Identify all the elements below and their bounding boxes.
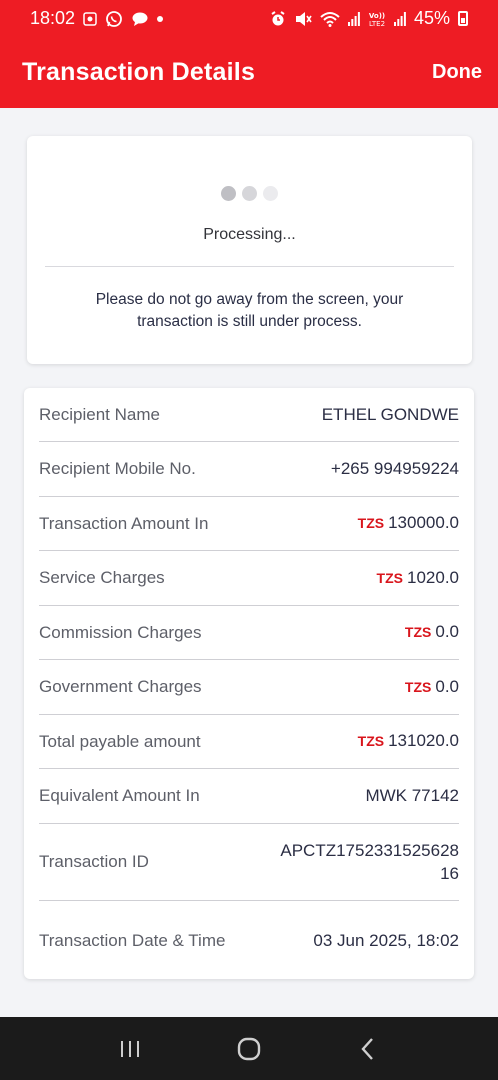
currency-code: TZS bbox=[404, 624, 432, 641]
svg-text:LTE2: LTE2 bbox=[369, 20, 385, 28]
detail-label: Service Charges bbox=[39, 568, 165, 588]
detail-row: Transaction Amount In TZS 130000.0 bbox=[39, 497, 459, 551]
recent-apps-icon[interactable] bbox=[110, 1029, 150, 1069]
carrier-app-icon bbox=[83, 11, 97, 27]
detail-amount: 130000.0 bbox=[388, 513, 459, 533]
detail-row: Commission Charges TZS 0.0 bbox=[39, 606, 459, 660]
detail-row: Equivalent Amount In MWK 77142 bbox=[39, 769, 459, 824]
detail-value: 03 Jun 2025, 18:02 bbox=[313, 929, 459, 952]
detail-label: Transaction Date & Time bbox=[39, 930, 226, 950]
chat-bubble-icon bbox=[131, 11, 149, 27]
status-left: 18:02 bbox=[30, 8, 164, 29]
transaction-details-card: Recipient Name ETHEL GONDWE Recipient Mobi… bbox=[24, 388, 474, 979]
detail-amount: ETHEL GONDWE bbox=[321, 405, 459, 424]
detail-value: APCTZ1752331525628 16 bbox=[280, 839, 459, 885]
volte-icon: Vo)) LTE2 bbox=[368, 10, 386, 28]
detail-amount: APCTZ1752331525628 16 bbox=[280, 840, 459, 883]
detail-row: Service Charges TZS 1020.0 bbox=[39, 551, 459, 606]
battery-percent: 45% bbox=[413, 8, 450, 28]
mute-icon bbox=[294, 11, 312, 27]
status-right: Vo)) LTE2 45% bbox=[270, 8, 468, 29]
detail-label: Recipient Name bbox=[39, 405, 160, 424]
details-list: Recipient Name ETHEL GONDWE Recipient Mobi… bbox=[39, 388, 459, 980]
detail-label: Equivalent Amount In bbox=[39, 786, 200, 806]
detail-value: TZS 131020.0 bbox=[358, 729, 459, 753]
detail-value: TZS 0.0 bbox=[405, 620, 459, 644]
app-root: 18:02 Vo)) LTE2 45% Transaction Details … bbox=[0, 0, 498, 1080]
notification-dot bbox=[157, 15, 164, 22]
detail-label: Recipient Mobile No. bbox=[39, 459, 196, 479]
app-bar: Transaction Details Done bbox=[0, 37, 498, 108]
detail-row: Government Charges TZS 0.0 bbox=[39, 660, 459, 715]
detail-row: Transaction ID APCTZ1752331525628 16 bbox=[39, 824, 459, 901]
currency-code: TZS bbox=[376, 569, 403, 586]
currency-code: TZS bbox=[357, 515, 385, 532]
detail-amount: 0.0 bbox=[435, 676, 459, 696]
processing-message: Please do not go away from the screen, y… bbox=[95, 291, 404, 330]
detail-label: Transaction ID bbox=[39, 852, 149, 871]
detail-amount: 03 Jun 2025, 18:02 bbox=[313, 930, 459, 950]
detail-value: TZS 1020.0 bbox=[377, 566, 459, 590]
whatsapp-icon bbox=[105, 10, 123, 28]
detail-value: +265 994959224 bbox=[331, 457, 459, 480]
currency-code: TZS bbox=[357, 733, 385, 750]
status-bar: 18:02 Vo)) LTE2 45% bbox=[0, 0, 498, 37]
detail-row: Total payable amount TZS 131020.0 bbox=[39, 715, 459, 769]
currency-code: TZS bbox=[404, 678, 432, 695]
detail-value: ETHEL GONDWE bbox=[322, 403, 459, 426]
detail-amount: +265 994959224 bbox=[330, 459, 459, 479]
signal-icon bbox=[347, 11, 360, 26]
detail-label: Total payable amount bbox=[39, 731, 201, 751]
detail-label: Commission Charges bbox=[39, 622, 202, 642]
loading-dots-icon bbox=[27, 186, 472, 201]
processing-card: Processing... Please do not go away from… bbox=[27, 136, 472, 364]
detail-amount: MWK 77142 bbox=[365, 786, 459, 806]
detail-label: Transaction Amount In bbox=[39, 513, 209, 533]
processing-status: Processing... bbox=[203, 226, 296, 243]
detail-amount: 131020.0 bbox=[388, 731, 459, 751]
divider bbox=[45, 266, 454, 267]
detail-row: Recipient Mobile No. +265 994959224 bbox=[39, 442, 459, 497]
battery-icon bbox=[458, 11, 468, 26]
signal-icon bbox=[393, 11, 406, 26]
detail-row: Transaction Date & Time 03 Jun 2025, 18:0… bbox=[39, 901, 459, 980]
detail-value: TZS 0.0 bbox=[405, 675, 459, 699]
back-icon[interactable] bbox=[348, 1029, 388, 1069]
detail-amount: 1020.0 bbox=[407, 567, 459, 587]
alarm-icon bbox=[270, 10, 286, 27]
svg-text:Vo)): Vo)) bbox=[369, 12, 385, 20]
detail-row: Recipient Name ETHEL GONDWE bbox=[39, 388, 459, 442]
home-icon[interactable] bbox=[229, 1029, 269, 1069]
done-button[interactable]: Done bbox=[432, 61, 482, 84]
wifi-icon bbox=[320, 11, 340, 27]
detail-amount: 0.0 bbox=[435, 622, 459, 642]
detail-label: Government Charges bbox=[39, 677, 202, 697]
status-time: 18:02 bbox=[30, 8, 76, 28]
detail-value: MWK 77142 bbox=[365, 784, 459, 807]
detail-value: TZS 130000.0 bbox=[358, 511, 459, 535]
navigation-bar bbox=[0, 1017, 498, 1080]
page-title: Transaction Details bbox=[22, 58, 256, 86]
